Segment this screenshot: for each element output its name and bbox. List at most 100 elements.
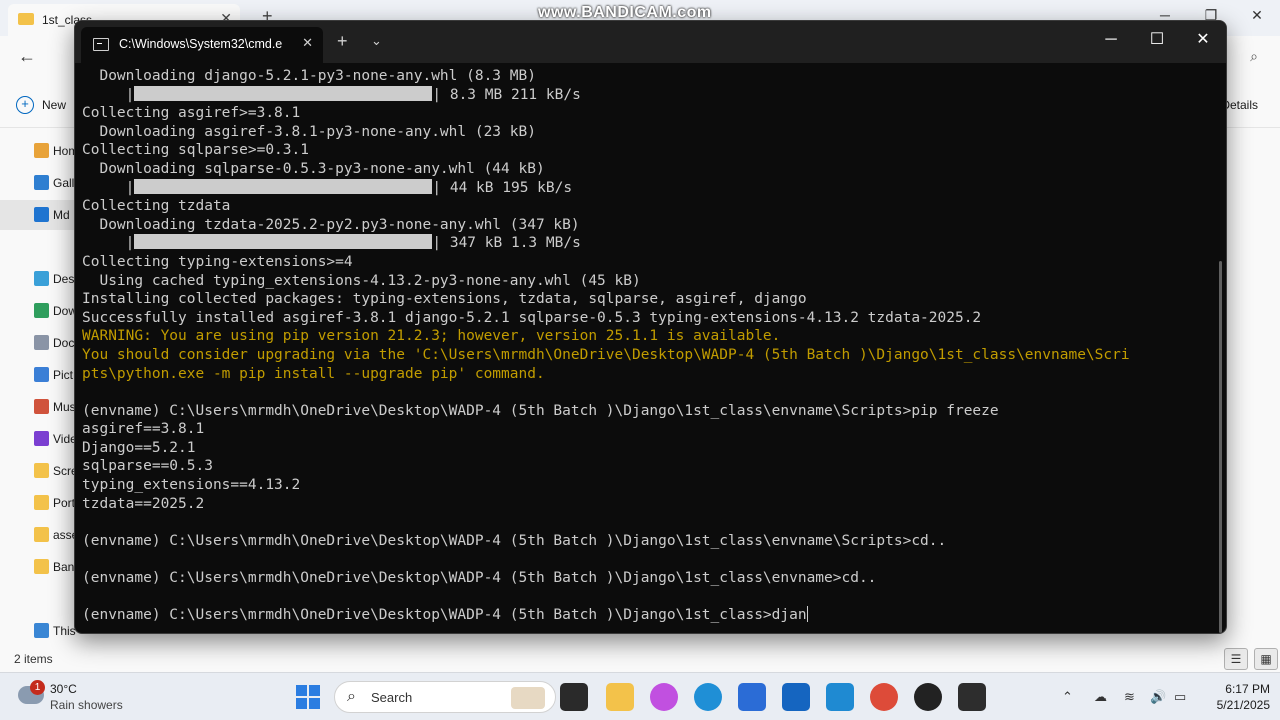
sidebar-item-icon: [34, 623, 49, 638]
terminal-line: (envname) C:\Users\mrmdh\OneDrive\Deskto…: [82, 532, 1212, 551]
chevron-up-icon[interactable]: ⌃: [1062, 689, 1073, 705]
battery-icon[interactable]: ▭: [1174, 689, 1186, 705]
search-icon[interactable]: ⌕: [1250, 48, 1258, 65]
clock-time: 6:17 PM: [1225, 682, 1270, 696]
sidebar-item[interactable]: Scre: [0, 456, 80, 486]
system-clock[interactable]: 6:17 PM 5/21/2025: [1200, 681, 1270, 713]
sidebar-item[interactable]: asse: [0, 520, 80, 550]
explorer-sidebar: Hom Gall Md Desk Dow Doc Pict Mus Vide Scre Port as…: [0, 128, 80, 648]
terminal-line-text: (envname) C:\Users\mrmdh\OneDrive\Deskto…: [82, 532, 947, 549]
scrollbar-thumb[interactable]: [1219, 261, 1222, 633]
windows-logo-pane: [296, 698, 307, 709]
sidebar-item-icon: [34, 559, 49, 574]
sidebar-item-icon: [34, 335, 49, 350]
terminal-line-text: (envname) C:\Users\mrmdh\OneDrive\Deskto…: [82, 402, 999, 419]
copilot-icon[interactable]: [650, 683, 678, 711]
terminal-line: asgiref==3.8.1: [82, 420, 1212, 439]
sidebar-item[interactable]: Dow: [0, 296, 80, 326]
sidebar-item-icon: [34, 303, 49, 318]
back-arrow-icon[interactable]: ←: [18, 46, 36, 67]
terminal-icon[interactable]: [958, 683, 986, 711]
item-count: 2 items: [14, 652, 53, 666]
vscode-icon[interactable]: [826, 683, 854, 711]
sidebar-item[interactable]: Mus: [0, 392, 80, 422]
terminal-line: Downloading django-5.2.1-py3-none-any.wh…: [82, 67, 1212, 86]
terminal-line-text: asgiref==3.8.1: [82, 421, 205, 438]
new-button[interactable]: + New: [16, 96, 66, 114]
wifi-icon[interactable]: ≋: [1124, 689, 1135, 705]
store-icon[interactable]: [738, 683, 766, 711]
chrome-icon[interactable]: [870, 683, 898, 711]
sidebar-item-label: Md: [53, 208, 70, 222]
file-explorer-icon[interactable]: [606, 683, 634, 711]
terminal-line: Successfully installed asgiref-3.8.1 dja…: [82, 309, 1212, 328]
terminal-line-text: typing_extensions==4.13.2: [82, 477, 301, 494]
close-window-button[interactable]: ✕: [1234, 0, 1280, 32]
progress-prefix: |: [82, 86, 135, 103]
terminal-line: Collecting sqlparse>=0.3.1: [82, 141, 1212, 160]
sidebar-item[interactable]: Pict: [0, 360, 80, 390]
terminal-line-text: tzdata==2025.2: [82, 495, 205, 512]
view-toggle: ☰ ▦: [1224, 648, 1278, 670]
terminal-line-text: sqlparse==0.5.3: [82, 458, 213, 475]
sidebar-item-icon: [34, 175, 49, 190]
terminal-line-text: Using cached typing_extensions-4.13.2-py…: [82, 272, 641, 289]
sidebar-item[interactable]: Gall: [0, 168, 80, 198]
terminal-output[interactable]: Downloading django-5.2.1-py3-none-any.wh…: [82, 67, 1212, 633]
terminal-line: | | 44 kB 195 kB/s: [82, 178, 1212, 198]
weather-widget[interactable]: 1 30°C Rain showers: [16, 680, 146, 716]
bandicam-icon[interactable]: [914, 683, 942, 711]
clock-date: 5/21/2025: [1216, 698, 1270, 712]
sidebar-item[interactable]: Ban: [0, 552, 80, 582]
sidebar-item[interactable]: Desk: [0, 264, 80, 294]
sidebar-item-icon: [34, 431, 49, 446]
start-button[interactable]: [296, 685, 320, 709]
outlook-icon[interactable]: [782, 683, 810, 711]
tiles-view-icon[interactable]: ▦: [1254, 648, 1278, 670]
terminal-line: Collecting tzdata: [82, 197, 1212, 216]
details-view-icon[interactable]: ☰: [1224, 648, 1248, 670]
sidebar-item[interactable]: Hom: [0, 136, 80, 166]
sidebar-item[interactable]: Md: [0, 200, 80, 230]
terminal-line: Django==5.2.1: [82, 439, 1212, 458]
terminal-line: Collecting typing-extensions>=4: [82, 253, 1212, 272]
terminal-line-text: (envname) C:\Users\mrmdh\OneDrive\Deskto…: [82, 570, 877, 587]
task-view-icon[interactable]: [560, 683, 588, 711]
terminal-tab[interactable]: C:\Windows\System32\cmd.e ✕: [81, 27, 323, 63]
sidebar-item-icon: [34, 367, 49, 382]
progress-bar: [134, 178, 433, 194]
text-cursor: [806, 606, 809, 623]
sidebar-item-icon: [34, 271, 49, 286]
terminal-line-text: You should consider upgrading via the 'C…: [82, 346, 1130, 363]
progress-prefix: |: [82, 179, 135, 196]
sidebar-item-icon: [34, 399, 49, 414]
cloud-sync-icon[interactable]: ☁: [1094, 689, 1107, 705]
edge-icon[interactable]: [694, 683, 722, 711]
close-tab-icon[interactable]: ✕: [302, 35, 313, 51]
sidebar-item-label: Pict: [53, 368, 74, 382]
terminal-line-text: Django==5.2.1: [82, 439, 196, 456]
sidebar-item[interactable]: Vide: [0, 424, 80, 454]
search-highlight-icon: [511, 687, 545, 709]
maximize-button[interactable]: ☐: [1134, 21, 1180, 59]
terminal-line: sqlparse==0.5.3: [82, 457, 1212, 476]
sidebar-item-icon: [34, 143, 49, 158]
terminal-line-text: Collecting tzdata: [82, 198, 231, 215]
sidebar-item[interactable]: Doc: [0, 328, 80, 358]
minimize-button[interactable]: ─: [1088, 21, 1134, 59]
chevron-down-icon[interactable]: ⌄: [371, 31, 382, 51]
windows-logo-pane: [296, 685, 307, 696]
taskbar-search[interactable]: ⌕ Search: [334, 681, 556, 713]
sidebar-item[interactable]: This: [0, 616, 80, 646]
terminal-line: (envname) C:\Users\mrmdh\OneDrive\Deskto…: [82, 402, 1212, 421]
volume-icon[interactable]: 🔊: [1150, 689, 1166, 705]
close-window-button[interactable]: ✕: [1180, 21, 1226, 59]
terminal-line: Downloading sqlparse-0.5.3-py3-none-any.…: [82, 160, 1212, 179]
new-tab-button[interactable]: +: [337, 31, 348, 51]
sidebar-item[interactable]: Port: [0, 488, 80, 518]
windows-logo-pane: [309, 698, 320, 709]
terminal-line: Collecting asgiref>=3.8.1: [82, 104, 1212, 123]
